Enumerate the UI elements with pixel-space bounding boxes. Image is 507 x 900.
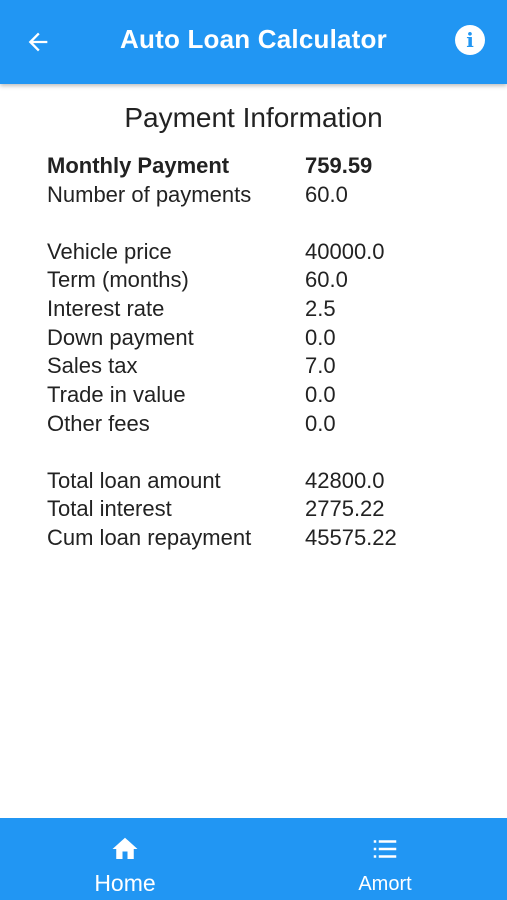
vehicle-price-row: Vehicle price 40000.0	[47, 237, 467, 266]
row-label: Interest rate	[47, 296, 165, 322]
app-title: Auto Loan Calculator	[120, 24, 387, 54]
total-loan-amount-row: Total loan amount 42800.0	[47, 466, 467, 495]
number-of-payments-row: Number of payments 60.0	[47, 181, 467, 210]
row-label: Term (months)	[47, 267, 189, 293]
sales-tax-row: Sales tax 7.0	[47, 352, 467, 381]
app-bar: Auto Loan Calculator i	[0, 0, 507, 84]
row-label: Total loan amount	[47, 467, 221, 493]
row-value: 0.0	[305, 324, 336, 350]
row-value: 0.0	[305, 410, 336, 436]
trade-in-value-row: Trade in value 0.0	[47, 381, 467, 410]
app-screen: Auto Loan Calculator i Payment Informati…	[0, 0, 507, 900]
monthly-payment-row: Monthly Payment 759.59	[47, 152, 467, 181]
payment-info-table: Monthly Payment 759.59 Number of payment…	[47, 152, 467, 552]
main-content: Payment Information Monthly Payment 759.…	[0, 84, 507, 818]
bottom-navigation: Home Amort	[0, 818, 507, 900]
row-value: 60.0	[305, 182, 348, 208]
tab-amort[interactable]: Amort	[305, 818, 465, 900]
term-row: Term (months) 60.0	[47, 266, 467, 295]
tab-home[interactable]: Home	[45, 818, 205, 900]
row-value: 40000.0	[305, 238, 385, 264]
down-payment-row: Down payment 0.0	[47, 323, 467, 352]
section-title: Payment Information	[124, 102, 383, 133]
other-fees-row: Other fees 0.0	[47, 410, 467, 439]
row-value: 7.0	[305, 353, 336, 379]
tab-amort-label: Amort	[358, 873, 412, 895]
row-value: 759.59	[305, 153, 373, 179]
row-label: Vehicle price	[47, 238, 172, 264]
row-label: Monthly Payment	[47, 153, 230, 179]
row-label: Sales tax	[47, 353, 138, 379]
row-label: Trade in value	[47, 382, 186, 408]
row-label: Total interest	[47, 496, 172, 522]
row-label: Down payment	[47, 324, 194, 350]
tab-home-label: Home	[94, 870, 156, 896]
cum-loan-repayment-row: Cum loan repayment 45575.22	[47, 524, 467, 553]
total-interest-row: Total interest 2775.22	[47, 495, 467, 524]
row-value: 0.0	[305, 382, 336, 408]
row-label: Other fees	[47, 410, 150, 436]
row-value: 45575.22	[305, 524, 397, 550]
row-label: Number of payments	[47, 182, 252, 208]
row-value: 42800.0	[305, 467, 385, 493]
row-label: Cum loan repayment	[47, 524, 252, 550]
info-icon[interactable]: i	[455, 25, 485, 55]
row-value: 2775.22	[305, 496, 385, 522]
home-icon	[112, 837, 138, 859]
interest-rate-row: Interest rate 2.5	[47, 295, 467, 324]
row-value: 2.5	[305, 296, 336, 322]
list-icon	[373, 840, 397, 858]
row-value: 60.0	[305, 267, 348, 293]
